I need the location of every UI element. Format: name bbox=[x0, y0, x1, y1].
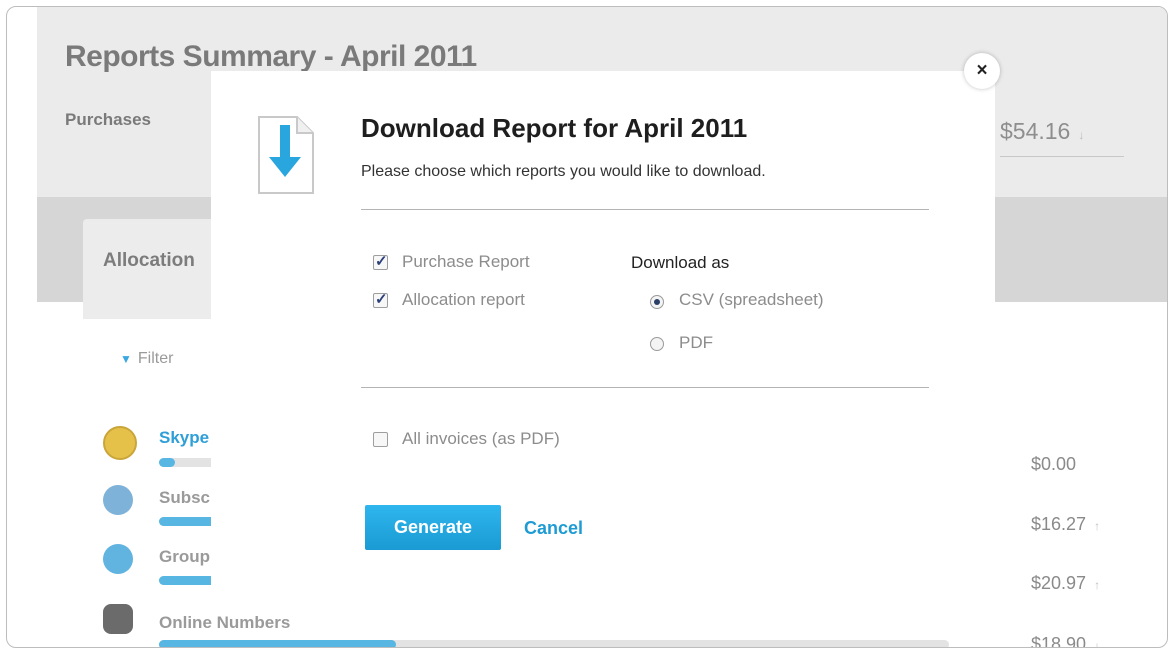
purchase-report-label[interactable]: Purchase Report bbox=[402, 252, 530, 272]
row-value-online-numbers: $18.90 ↓ bbox=[1031, 634, 1101, 648]
csv-radio[interactable] bbox=[650, 295, 664, 309]
trend-down-icon: ↓ bbox=[1094, 639, 1101, 648]
app-frame: Reports Summary - April 2011 Purchases $… bbox=[6, 6, 1168, 648]
divider bbox=[361, 209, 929, 210]
row-value-group-text: $20.97 bbox=[1031, 573, 1087, 593]
pdf-radio[interactable] bbox=[650, 337, 664, 351]
trend-up-icon: ↑ bbox=[1094, 519, 1101, 533]
dialog-subtitle: Please choose which reports you would li… bbox=[361, 163, 766, 180]
skype-icon bbox=[103, 426, 137, 460]
online-numbers-icon bbox=[103, 604, 133, 634]
row-value-group: $20.97 ↑ bbox=[1031, 573, 1100, 594]
filter-label: Filter bbox=[137, 350, 174, 367]
row-bar-fill bbox=[159, 458, 175, 467]
page-title: Reports Summary - April 2011 bbox=[65, 40, 477, 73]
download-report-dialog: Download Report for April 2011 Please ch… bbox=[211, 71, 995, 602]
purchases-total-value: $54.16 bbox=[1000, 118, 1071, 144]
download-as-heading: Download as bbox=[631, 253, 730, 272]
cancel-link[interactable]: Cancel bbox=[524, 518, 583, 539]
purchase-report-checkbox[interactable] bbox=[373, 252, 388, 270]
chevron-down-icon: ▼ bbox=[120, 352, 132, 366]
close-icon[interactable]: × bbox=[964, 53, 1000, 89]
row-value-skype: $0.00 bbox=[1031, 454, 1077, 474]
csv-label[interactable]: CSV (spreadsheet) bbox=[679, 290, 824, 310]
filter-toggle[interactable]: ▼ Filter bbox=[120, 350, 173, 368]
download-document-icon bbox=[257, 115, 315, 200]
purchases-label: Purchases bbox=[65, 110, 151, 129]
group-icon bbox=[103, 544, 133, 574]
row-bar-fill bbox=[159, 640, 396, 647]
generate-button[interactable]: Generate bbox=[365, 505, 501, 550]
tab-allocation-label: Allocation bbox=[103, 250, 195, 271]
row-label-skype[interactable]: Skype bbox=[159, 428, 209, 448]
dialog-title: Download Report for April 2011 bbox=[361, 113, 748, 143]
purchases-divider bbox=[1000, 156, 1124, 157]
row-label-group[interactable]: Group bbox=[159, 547, 210, 567]
subscriptions-icon bbox=[103, 485, 133, 515]
row-value-subscriptions: $16.27 ↑ bbox=[1031, 514, 1100, 535]
allocation-report-label[interactable]: Allocation report bbox=[402, 290, 525, 310]
trend-up-icon: ↑ bbox=[1094, 578, 1101, 592]
purchases-total: $54.16 ↓ bbox=[1000, 118, 1084, 145]
divider bbox=[361, 387, 929, 388]
pdf-label[interactable]: PDF bbox=[679, 333, 713, 353]
row-label-online-numbers[interactable]: Online Numbers bbox=[159, 613, 290, 633]
row-value-subscriptions-text: $16.27 bbox=[1031, 514, 1087, 534]
trend-down-icon: ↓ bbox=[1078, 128, 1085, 142]
allocation-report-checkbox[interactable] bbox=[373, 290, 388, 308]
all-invoices-label[interactable]: All invoices (as PDF) bbox=[402, 429, 560, 449]
all-invoices-checkbox[interactable] bbox=[373, 432, 388, 447]
row-value-online-numbers-text: $18.90 bbox=[1031, 634, 1087, 648]
